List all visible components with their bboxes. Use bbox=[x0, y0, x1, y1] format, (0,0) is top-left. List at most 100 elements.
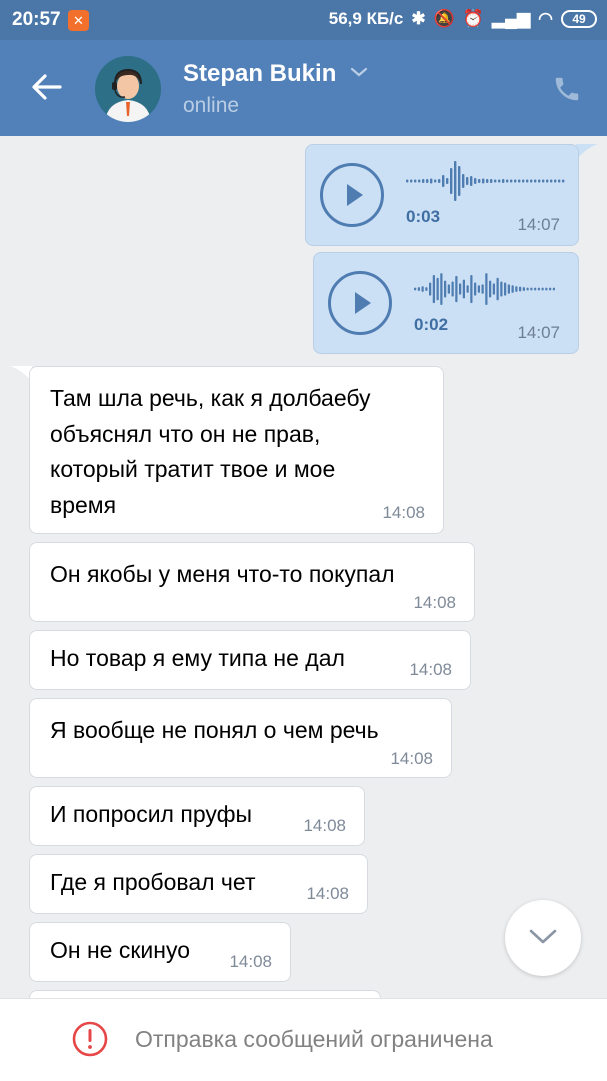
scroll-down-button[interactable] bbox=[505, 900, 581, 976]
waveform-bar bbox=[474, 282, 477, 296]
waveform-bar bbox=[530, 179, 533, 183]
waveform-bar bbox=[489, 280, 492, 298]
waveform-bar bbox=[494, 179, 497, 183]
waveform-bar bbox=[474, 178, 477, 184]
waveform-bar bbox=[459, 283, 462, 295]
waveform-bar bbox=[518, 179, 521, 183]
message-bubble[interactable]: Где я пробовал чет 14:08 bbox=[29, 854, 368, 914]
message-list[interactable]: 0:03 14:07 0:02 14:07 Там шла речь, как … bbox=[0, 136, 607, 998]
message-bubble[interactable]: Но товар я ему типа не дал 14:08 bbox=[29, 630, 471, 690]
waveform-bar bbox=[436, 277, 439, 301]
waveform-bar bbox=[466, 285, 469, 293]
waveform-bar bbox=[426, 179, 429, 183]
battery-icon: 49 bbox=[561, 10, 597, 28]
back-arrow-icon[interactable] bbox=[30, 70, 64, 104]
waveform-bar bbox=[482, 178, 485, 184]
message-time: 14:08 bbox=[229, 952, 272, 971]
composer-restricted-bar: Отправка сообщений ограничена bbox=[0, 998, 607, 1081]
waveform-bar bbox=[458, 166, 461, 196]
network-speed: 56,9 КБ/с bbox=[328, 9, 404, 28]
waveform-bar bbox=[421, 286, 424, 292]
waveform-bar bbox=[425, 287, 428, 291]
waveform-bar bbox=[504, 282, 507, 296]
app-notification-icon: ✕ bbox=[68, 10, 89, 31]
voice-message[interactable]: 0:03 14:07 bbox=[305, 144, 579, 246]
waveform-bar bbox=[526, 287, 529, 291]
bubble-tail bbox=[576, 144, 598, 160]
status-time: 20:57 bbox=[12, 9, 61, 30]
message-bubble-partial[interactable] bbox=[29, 990, 381, 998]
avatar[interactable] bbox=[95, 56, 161, 122]
waveform-bar bbox=[500, 281, 503, 297]
waveform-bar bbox=[542, 179, 545, 183]
waveform-bar bbox=[406, 179, 409, 183]
message-time: 14:08 bbox=[382, 503, 425, 522]
waveform-bar bbox=[549, 287, 552, 291]
voice-message[interactable]: 0:02 14:07 bbox=[313, 252, 579, 354]
voice-duration: 0:03 bbox=[406, 207, 441, 226]
signal-icon: ▂▄▆ bbox=[491, 9, 531, 28]
chevron-down-icon[interactable] bbox=[350, 66, 368, 78]
waveform-bar bbox=[454, 161, 457, 201]
message-time: 14:07 bbox=[517, 323, 560, 342]
status-right: 56,9 КБ/с ✱ 🔕 ⏰ ▂▄▆ ◠ 49 bbox=[329, 9, 597, 29]
waveform-bar bbox=[414, 287, 417, 291]
waveform-bar bbox=[417, 287, 420, 291]
message-bubble[interactable]: Он якобы у меня что-то покупал 14:08 bbox=[29, 542, 475, 622]
waveform-bar bbox=[481, 284, 484, 294]
waveform-bar bbox=[446, 178, 449, 184]
waveform-bar bbox=[522, 287, 525, 291]
waveform-bar bbox=[470, 274, 473, 304]
waveform-bar bbox=[515, 286, 518, 292]
waveform-bar bbox=[478, 179, 481, 183]
message-text: Он не скинуо bbox=[50, 937, 190, 963]
message-bubble[interactable]: Он не скинуо 14:08 bbox=[29, 922, 291, 982]
message-time: 14:08 bbox=[409, 660, 452, 679]
waveform-bar bbox=[490, 179, 493, 183]
waveform-bar bbox=[498, 179, 501, 183]
waveform-bar bbox=[541, 287, 544, 291]
waveform-bar bbox=[486, 179, 489, 183]
alarm-icon: ⏰ bbox=[462, 9, 484, 28]
waveform-bar bbox=[510, 179, 513, 183]
waveform-bar bbox=[477, 285, 480, 293]
waveform[interactable] bbox=[406, 159, 566, 203]
waveform-bar bbox=[552, 287, 555, 291]
waveform-bar bbox=[522, 179, 525, 183]
waveform-bar bbox=[562, 179, 565, 183]
mute-icon: 🔕 bbox=[433, 9, 455, 28]
message-bubble[interactable]: Я вообще не понял о чем речь 14:08 bbox=[29, 698, 452, 778]
message-text: Он якобы у меня что-то покупал bbox=[50, 561, 395, 587]
message-bubble[interactable]: Там шла речь, как я долбаебу объяснял чт… bbox=[29, 366, 444, 534]
waveform-bar bbox=[558, 179, 561, 183]
waveform-bar bbox=[418, 179, 421, 183]
message-time: 14:07 bbox=[517, 215, 560, 234]
waveform-bar bbox=[462, 279, 465, 299]
message-time: 14:08 bbox=[390, 749, 433, 768]
waveform-bar bbox=[414, 179, 417, 183]
message-text: Где я пробовал чет bbox=[50, 869, 256, 895]
play-button[interactable] bbox=[320, 163, 384, 227]
wifi-icon: ◠ bbox=[538, 9, 553, 28]
message-text: Я вообще не понял о чем речь bbox=[50, 717, 379, 743]
waveform-bar bbox=[440, 273, 443, 305]
phone-icon[interactable] bbox=[552, 74, 582, 104]
bluetooth-icon: ✱ bbox=[411, 9, 426, 28]
waveform[interactable] bbox=[414, 267, 564, 311]
waveform-bar bbox=[514, 179, 517, 183]
message-text: Там шла речь, как я долбаебу объяснял чт… bbox=[50, 385, 371, 518]
chat-header: Stepan Bukin online bbox=[0, 40, 607, 136]
play-button[interactable] bbox=[328, 271, 392, 335]
waveform-bar bbox=[434, 179, 437, 183]
waveform-bar bbox=[422, 179, 425, 183]
restriction-text: Отправка сообщений ограничена bbox=[135, 1026, 493, 1052]
message-time: 14:08 bbox=[303, 816, 346, 835]
message-bubble[interactable]: И попросил пруфы 14:08 bbox=[29, 786, 365, 846]
waveform-bar bbox=[496, 277, 499, 301]
waveform-bar bbox=[546, 179, 549, 183]
waveform-bar bbox=[451, 281, 454, 297]
contact-name[interactable]: Stepan Bukin bbox=[183, 60, 336, 88]
waveform-bar bbox=[430, 178, 433, 184]
waveform-bar bbox=[450, 168, 453, 194]
waveform-bar bbox=[429, 282, 432, 296]
